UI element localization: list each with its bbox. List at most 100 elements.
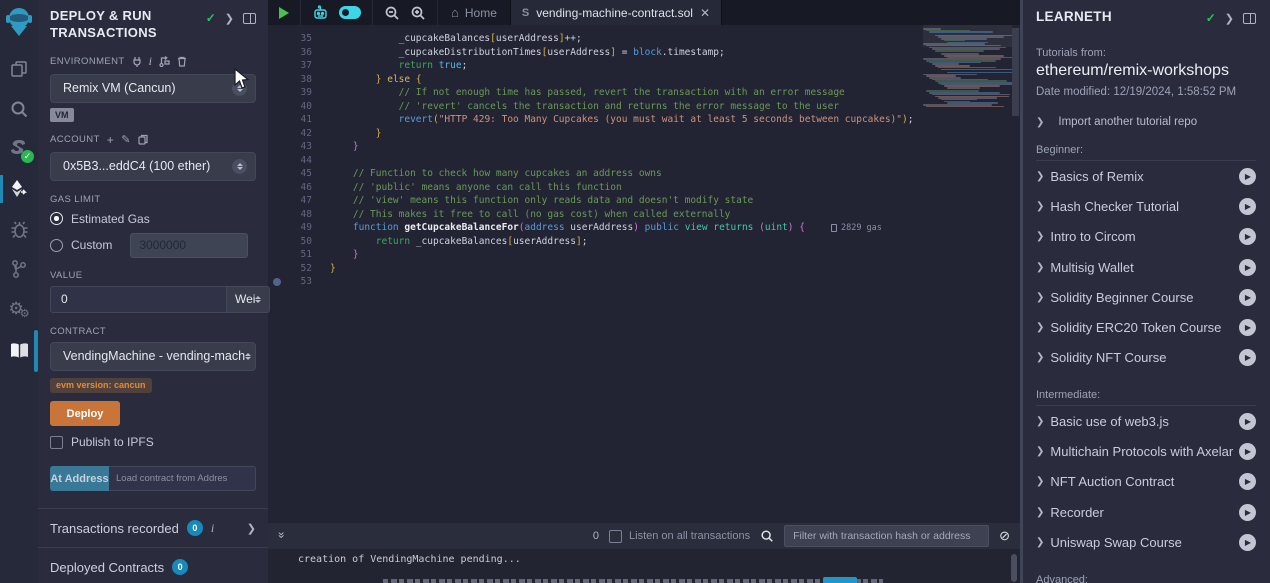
search-icon[interactable]: [0, 92, 38, 126]
edit-account-icon[interactable]: ✎: [121, 133, 131, 146]
tutorial-item[interactable]: ❯Hash Checker Tutorial▶: [1036, 191, 1256, 221]
code-line[interactable]: 45 // Function to check how many cupcake…: [268, 167, 1020, 181]
copilot-toggle[interactable]: [339, 6, 361, 19]
custom-gas-radio[interactable]: [50, 239, 63, 252]
terminal-filter-input[interactable]: [784, 525, 989, 547]
start-tutorial-play-button[interactable]: ▶: [1239, 349, 1256, 366]
add-account-icon[interactable]: +: [107, 133, 114, 147]
tutorial-item[interactable]: ❯NFT Auction Contract▶: [1036, 467, 1256, 497]
ai-assistant-robot-icon[interactable]: [312, 5, 329, 21]
start-tutorial-play-button[interactable]: ▶: [1239, 473, 1256, 490]
code-line[interactable]: 52}: [268, 262, 1020, 276]
chevron-right-icon[interactable]: ❯: [247, 522, 256, 535]
tab-vending-machine-contract[interactable]: S vending-machine-contract.sol ✕: [510, 0, 722, 25]
code-line[interactable]: 40 // 'revert' cancels the transaction a…: [268, 100, 1020, 114]
start-tutorial-play-button[interactable]: ▶: [1239, 198, 1256, 215]
learneth-plugin-icon[interactable]: [0, 334, 38, 368]
code-line[interactable]: 50 return _cupcakeBalances[userAddress];: [268, 235, 1020, 249]
zoom-out-icon[interactable]: [384, 5, 400, 21]
start-tutorial-play-button[interactable]: ▶: [1239, 289, 1256, 306]
start-tutorial-play-button[interactable]: ▶: [1239, 319, 1256, 336]
listen-all-transactions[interactable]: Listen on all transactions: [609, 530, 750, 543]
learneth-pin-icon[interactable]: [1243, 13, 1256, 24]
terminal-scrollbar[interactable]: [1011, 554, 1017, 582]
tutorial-item[interactable]: ❯Uniswap Swap Course▶: [1036, 527, 1256, 557]
minimap[interactable]: [923, 28, 1012, 112]
code-line[interactable]: 43 }: [268, 140, 1020, 154]
code-line[interactable]: 47 // 'view' means this function only re…: [268, 194, 1020, 208]
deployed-contracts-section[interactable]: Deployed Contracts 0: [38, 548, 268, 583]
file-explorer-icon[interactable]: [0, 52, 38, 86]
close-tab-icon[interactable]: ✕: [700, 6, 710, 20]
tutorial-item[interactable]: ❯Basics of Remix▶: [1036, 161, 1256, 191]
start-tutorial-play-button[interactable]: ▶: [1239, 168, 1256, 185]
start-tutorial-play-button[interactable]: ▶: [1239, 504, 1256, 521]
solidity-compiler-icon[interactable]: ✓: [0, 132, 38, 166]
terminal-search-icon[interactable]: [760, 529, 774, 543]
tutorial-item[interactable]: ❯Solidity NFT Course▶: [1036, 343, 1256, 373]
code-line[interactable]: 42 }: [268, 127, 1020, 141]
tab-home[interactable]: ⌂ Home: [438, 0, 510, 25]
tutorial-item[interactable]: ❯Multichain Protocols with Axelar▶: [1036, 436, 1256, 466]
start-tutorial-play-button[interactable]: ▶: [1239, 534, 1256, 551]
custom-gas-input[interactable]: [130, 233, 248, 258]
value-input[interactable]: [50, 286, 227, 313]
environment-select[interactable]: Remix VM (Cancun): [50, 74, 256, 103]
plug-icon[interactable]: [132, 56, 142, 67]
tutorial-item[interactable]: ❯Solidity Beginner Course▶: [1036, 282, 1256, 312]
zoom-in-icon[interactable]: [410, 5, 426, 21]
panel-pin-icon[interactable]: [243, 13, 256, 24]
copy-account-icon[interactable]: [138, 134, 148, 145]
code-line[interactable]: 35 _cupcakeBalances[userAddress]++;: [268, 32, 1020, 46]
code-line[interactable]: 41 revert("HTTP 429: Too Many Cupcakes (…: [268, 113, 1020, 127]
clear-terminal-icon[interactable]: ⊘: [999, 528, 1010, 544]
editor-vertical-scrollbar[interactable]: [1012, 28, 1019, 116]
deploy-and-run-icon[interactable]: [0, 172, 38, 206]
contract-select[interactable]: VendingMachine - vending-machin: [50, 342, 256, 371]
code-line[interactable]: 51 }: [268, 248, 1020, 262]
tutorial-item[interactable]: ❯Solidity ERC20 Token Course▶: [1036, 312, 1256, 342]
settings-icon[interactable]: ⚙⚙: [0, 292, 38, 326]
start-tutorial-play-button[interactable]: ▶: [1239, 259, 1256, 276]
transactions-recorded-section[interactable]: Transactions recorded 0 i ❯: [38, 509, 268, 548]
debugger-icon[interactable]: [0, 212, 38, 246]
code-line[interactable]: 39 // If not enough time has passed, rev…: [268, 86, 1020, 100]
panel-resize-handle[interactable]: [1020, 0, 1023, 583]
breakpoint-dot[interactable]: [273, 278, 281, 286]
trash-icon[interactable]: [177, 56, 187, 67]
import-tutorial-repo[interactable]: ❯ Import another tutorial repo: [1036, 116, 1256, 128]
remix-logo-icon[interactable]: [0, 0, 38, 44]
code-line[interactable]: 53: [268, 275, 1020, 289]
tutorial-item[interactable]: ❯Recorder▶: [1036, 497, 1256, 527]
start-tutorial-play-button[interactable]: ▶: [1239, 228, 1256, 245]
fork-state-icon[interactable]: [159, 56, 170, 67]
panel-expand-icon[interactable]: ❯: [225, 12, 234, 25]
deploy-button[interactable]: Deploy: [50, 401, 120, 426]
start-tutorial-play-button[interactable]: ▶: [1239, 413, 1256, 430]
listen-checkbox[interactable]: [609, 530, 622, 543]
transactions-info-icon[interactable]: i: [211, 521, 214, 536]
code-line[interactable]: 46 // 'public' means anyone can call thi…: [268, 181, 1020, 195]
code-line[interactable]: 37 return true;: [268, 59, 1020, 73]
at-address-button[interactable]: At Address: [50, 466, 109, 491]
publish-ipfs-checkbox[interactable]: [50, 436, 63, 449]
start-tutorial-play-button[interactable]: ▶: [1239, 443, 1256, 460]
tutorial-item[interactable]: ❯Basic use of web3.js▶: [1036, 406, 1256, 436]
environment-info-icon[interactable]: i: [149, 54, 153, 69]
account-select[interactable]: 0x5B3...eddC4 (100 ether): [50, 152, 256, 181]
code-line[interactable]: 48 // This makes it free to call (no gas…: [268, 208, 1020, 222]
code-line[interactable]: 38 } else {: [268, 73, 1020, 87]
collapse-terminal-icon[interactable]: «: [273, 534, 287, 539]
run-script-icon[interactable]: [279, 7, 289, 19]
at-address-input[interactable]: [109, 466, 256, 491]
value-unit-select[interactable]: Wei: [227, 286, 270, 313]
learneth-expand-icon[interactable]: ❯: [1225, 12, 1234, 25]
code-line[interactable]: 49 function getCupcakeBalanceFor(address…: [268, 221, 1020, 235]
code-editor[interactable]: 35 _cupcakeBalances[userAddress]++;36 _c…: [268, 25, 1020, 510]
tutorial-item[interactable]: ❯Intro to Circom▶: [1036, 222, 1256, 252]
code-line[interactable]: 36 _cupcakeDistributionTimes[userAddress…: [268, 46, 1020, 60]
source-control-icon[interactable]: [0, 252, 38, 286]
tutorial-item[interactable]: ❯Multisig Wallet▶: [1036, 252, 1256, 282]
estimated-gas-radio[interactable]: [50, 212, 63, 225]
terminal-body[interactable]: creation of VendingMachine pending...: [268, 549, 1020, 583]
